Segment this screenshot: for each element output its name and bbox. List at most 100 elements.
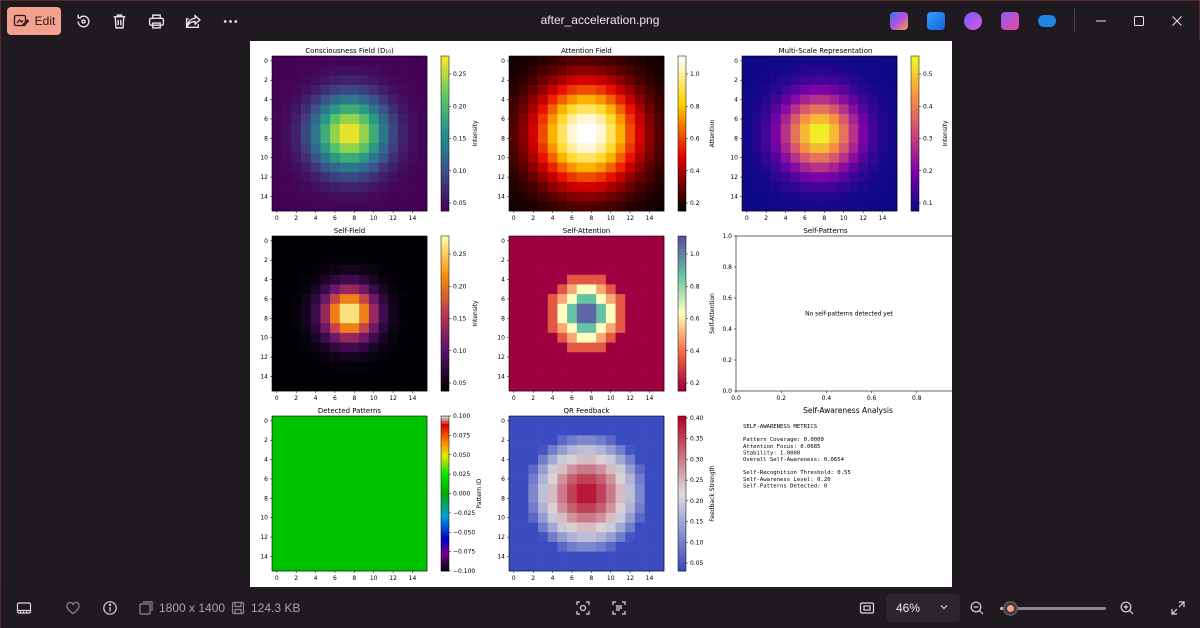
colorbar-segment <box>441 537 449 541</box>
heatmap-cell <box>281 104 292 115</box>
heatmap-cell <box>330 181 341 192</box>
colorbar-tick-label: 1.0 <box>690 71 700 78</box>
heatmap-cell <box>397 265 408 276</box>
colorbar-segment <box>441 277 449 281</box>
colorbar-segment <box>678 84 686 88</box>
colorbar-segment <box>441 200 449 204</box>
info-icon[interactable] <box>101 599 119 617</box>
y-tick-label: 12 <box>497 174 505 181</box>
heatmap-cell <box>576 152 587 163</box>
heatmap-cell <box>310 172 321 183</box>
heatmap-cell <box>281 85 292 96</box>
heatmap-cell <box>867 133 878 144</box>
y-tick-label: 4 <box>501 277 505 284</box>
delete-icon[interactable] <box>109 11 129 31</box>
heatmap-cell <box>557 454 568 465</box>
more-icon[interactable] <box>220 11 240 31</box>
photos-editor-icon[interactable] <box>1001 12 1019 30</box>
heatmap-cell <box>272 561 282 572</box>
heatmap-cell <box>388 274 399 285</box>
heatmap-cell <box>330 236 341 246</box>
heatmap-cell <box>528 181 539 192</box>
colorbar-segment <box>441 169 449 173</box>
heatmap-cell <box>800 152 811 163</box>
heatmap-cell <box>838 162 849 173</box>
heatmap-cell <box>291 201 302 212</box>
zoom-out-icon[interactable] <box>968 599 986 617</box>
y-tick-label: 6 <box>264 296 268 303</box>
heatmap-cell <box>291 435 302 446</box>
zoom-dropdown[interactable]: 46% <box>886 594 960 622</box>
heatmap-cell <box>634 493 645 504</box>
heatmap-cell <box>538 361 549 372</box>
paint-icon[interactable] <box>927 12 945 30</box>
image-viewer[interactable]: Consciousness Field (D₁₀) 0 0 2 2 4 4 6 6 8 8 10 10 1… <box>1 41 1200 587</box>
colorbar-segment <box>441 94 449 98</box>
colorbar-segment <box>911 177 919 181</box>
heatmap-cell <box>301 104 312 115</box>
heatmap-cell <box>819 152 830 163</box>
heatmap-cell <box>378 284 389 295</box>
heatmap-cell <box>780 123 791 134</box>
favorite-icon[interactable] <box>64 599 82 617</box>
y-tick-label: 2 <box>264 257 268 264</box>
panel-title: Self-Field <box>334 227 365 235</box>
heatmap-cell <box>596 454 607 465</box>
heatmap-cell <box>761 181 772 192</box>
filmstrip-icon[interactable] <box>15 599 33 617</box>
heatmap-cell <box>368 342 379 353</box>
heatmap-cell <box>378 381 389 392</box>
heatmap-cell <box>557 284 568 295</box>
heatmap-cell <box>615 265 626 276</box>
heatmap-cell <box>625 332 636 343</box>
maximize-icon[interactable] <box>1129 11 1149 31</box>
visual-search-icon[interactable] <box>574 599 592 617</box>
zoom-slider-thumb[interactable] <box>1003 601 1018 616</box>
rotate-icon[interactable] <box>73 11 93 31</box>
heatmap-cell <box>397 503 408 514</box>
share-icon[interactable] <box>183 11 203 31</box>
heatmap-cell <box>281 445 292 456</box>
heatmap-cell <box>301 381 312 392</box>
heatmap-cell <box>615 143 626 154</box>
colorbar-segment <box>678 110 686 114</box>
y-tick-label: 0.0 <box>722 388 732 395</box>
colorbar-segment <box>441 465 449 469</box>
heatmap-cell <box>518 75 529 86</box>
heatmap-cell <box>819 114 830 125</box>
copilot-icon[interactable] <box>890 12 908 30</box>
heatmap-cell <box>339 284 350 295</box>
edit-button[interactable]: Edit <box>7 7 61 35</box>
onedrive-icon[interactable] <box>1038 15 1056 27</box>
heatmap-cell <box>349 303 360 314</box>
heatmap-cell <box>790 162 801 173</box>
heatmap-cell <box>557 133 568 144</box>
fit-to-window-icon[interactable] <box>858 599 876 617</box>
close-icon[interactable] <box>1167 11 1187 31</box>
heatmap-cell <box>596 493 607 504</box>
heatmap-cell <box>547 454 558 465</box>
heatmap-cell <box>378 191 389 202</box>
text-extract-icon[interactable] <box>610 599 628 617</box>
print-icon[interactable] <box>146 11 166 31</box>
heatmap-cell <box>654 416 665 426</box>
heatmap-cell <box>320 152 331 163</box>
heatmap-cell <box>654 274 665 285</box>
y-tick-label: 0 <box>734 58 738 65</box>
colorbar-segment <box>441 527 449 531</box>
colorbar-segment <box>441 128 449 132</box>
x-tick-label: 2 <box>294 215 298 222</box>
zoom-in-icon[interactable] <box>1118 599 1136 617</box>
heatmap-cell <box>596 65 607 76</box>
heatmap-cell <box>378 361 389 372</box>
clipchamp-icon[interactable] <box>964 12 982 30</box>
minimize-icon[interactable] <box>1091 11 1111 31</box>
heatmap-cell <box>301 236 312 246</box>
heatmap-cell <box>819 181 830 192</box>
fullscreen-icon[interactable] <box>1169 599 1187 617</box>
heatmap-cell <box>417 133 428 144</box>
heatmap-cell <box>388 65 399 76</box>
heatmap-cell <box>320 454 331 465</box>
heatmap-cell <box>819 85 830 96</box>
colorbar-segment <box>441 509 449 512</box>
